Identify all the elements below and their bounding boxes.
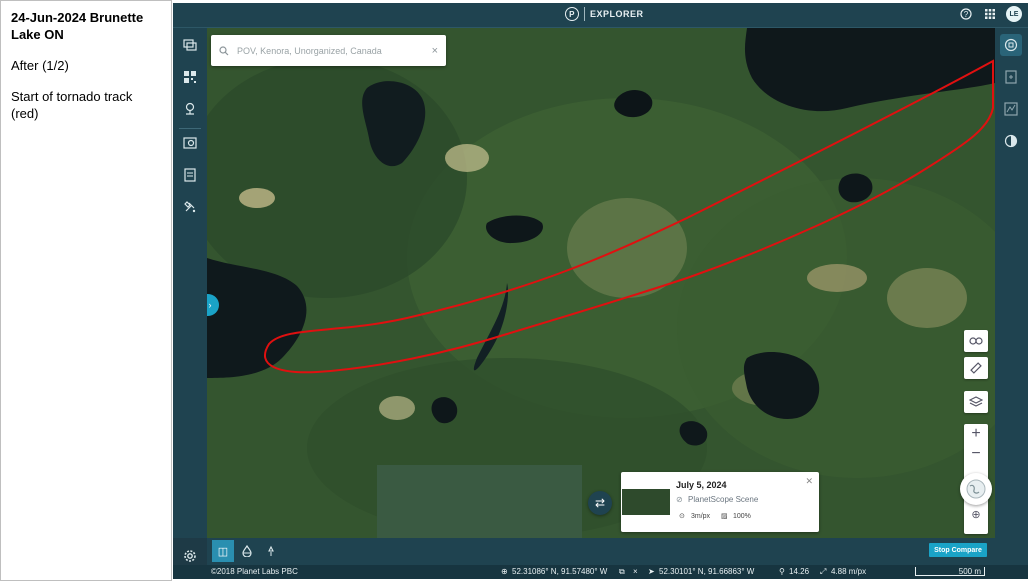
split-view-icon[interactable]: ◫ [212, 540, 234, 562]
location-search[interactable]: × [211, 35, 446, 66]
help-icon[interactable]: ? [958, 6, 974, 22]
chart-icon[interactable] [1000, 98, 1022, 120]
droplet-icon[interactable] [236, 540, 258, 562]
satellite-map[interactable]: × › + − ⊕ ⇄ July 5, 2024 ⊘ PlanetScope S… [207, 28, 995, 538]
zoom-level: 14.26 [789, 567, 810, 576]
satellite-icon: ⊘ [676, 495, 683, 504]
stop-compare-button[interactable]: Stop Compare [929, 543, 987, 557]
layers-stack-icon[interactable] [179, 34, 201, 56]
left-rail [173, 28, 207, 538]
grid-icon[interactable] [179, 66, 201, 88]
right-rail [995, 28, 1028, 538]
scene-date: July 5, 2024 [676, 480, 727, 490]
zoom-icon: ⚲ [779, 567, 785, 576]
slide-subtitle: After (1/2) [11, 58, 69, 73]
brand-divider [584, 7, 585, 21]
zoom-extent-icon[interactable]: ⊕ [964, 508, 988, 521]
coordinate-2: 52.30101° N, 91.66863° W [659, 567, 755, 576]
slide-notes-panel: 24-Jun-2024 Brunette Lake ON After (1/2)… [0, 0, 172, 581]
link-icon[interactable] [964, 330, 988, 352]
image-search-icon[interactable] [179, 132, 201, 154]
coordinate-1: 52.31086° N, 91.57480° W [512, 567, 608, 576]
scene-coverage: 100% [733, 513, 751, 520]
rail-divider [179, 128, 201, 129]
status-bar: ©2018 Planet Labs PBC ⊕ 52.31086° N, 91.… [173, 565, 1028, 579]
apps-grid-icon[interactable] [982, 6, 998, 22]
add-note-icon[interactable] [1000, 66, 1022, 88]
compare-icon[interactable] [1000, 34, 1022, 56]
app-title: EXPLORER [590, 9, 644, 19]
scene-thumbnail [622, 489, 670, 515]
zoom-in-icon[interactable]: + [964, 425, 988, 443]
scene-card[interactable]: July 5, 2024 ⊘ PlanetScope Scene ✕ ⊙ 3m/… [621, 472, 819, 532]
slide-note: Start of tornado track (red) [11, 89, 133, 121]
cursor-coordinate-icon: ⊕ [501, 567, 508, 576]
search-icon [219, 45, 229, 56]
zoom-out-icon[interactable]: − [964, 445, 988, 463]
document-icon[interactable] [179, 164, 201, 186]
navigate-icon: ➤ [648, 567, 655, 576]
scale-bar: 500 m [915, 567, 985, 576]
before-scene-placeholder [377, 465, 582, 538]
copyright: ©2018 Planet Labs PBC [211, 567, 298, 576]
scene-resolution: 3m/px [691, 513, 711, 520]
satellite-icon[interactable] [179, 196, 201, 218]
swap-scenes-icon[interactable]: ⇄ [588, 491, 612, 515]
close-icon[interactable]: × [432, 45, 438, 57]
slide-title: 24-Jun-2024 Brunette Lake ON [11, 10, 144, 42]
globe-icon[interactable] [960, 473, 992, 505]
map-imagery [207, 28, 995, 538]
explorer-app: P EXPLORER ? LE POV, Kenora, Unorganized… [173, 3, 1028, 579]
close-icon[interactable]: × [633, 567, 638, 576]
resolution-icon: ⊙ [679, 513, 685, 520]
scene-type: PlanetScope Scene [688, 495, 759, 504]
planet-logo-icon: P [565, 7, 579, 21]
settings-icon[interactable] [179, 545, 201, 567]
brand: P EXPLORER [565, 7, 644, 21]
coverage-icon: ▨ [721, 513, 728, 520]
top-bar: P EXPLORER ? LE [173, 3, 1028, 28]
svg-text:?: ? [964, 10, 969, 19]
bottom-right-bar [995, 538, 1028, 565]
pin-icon[interactable] [179, 98, 201, 120]
contrast-icon[interactable] [1000, 130, 1022, 152]
bottom-toolbar: ◫ [207, 538, 995, 565]
avatar[interactable]: LE [1006, 6, 1022, 22]
copy-icon[interactable]: ⧉ [619, 567, 625, 577]
close-icon[interactable]: ✕ [805, 476, 813, 487]
search-input[interactable] [235, 44, 419, 57]
resolution-icon: ⤢ [820, 567, 827, 576]
layers-icon[interactable] [964, 391, 988, 413]
top-icons: ? LE [958, 6, 1022, 22]
lightbulb-icon[interactable] [260, 540, 282, 562]
map-resolution: 4.88 m/px [831, 567, 867, 576]
ruler-icon[interactable] [964, 357, 988, 379]
